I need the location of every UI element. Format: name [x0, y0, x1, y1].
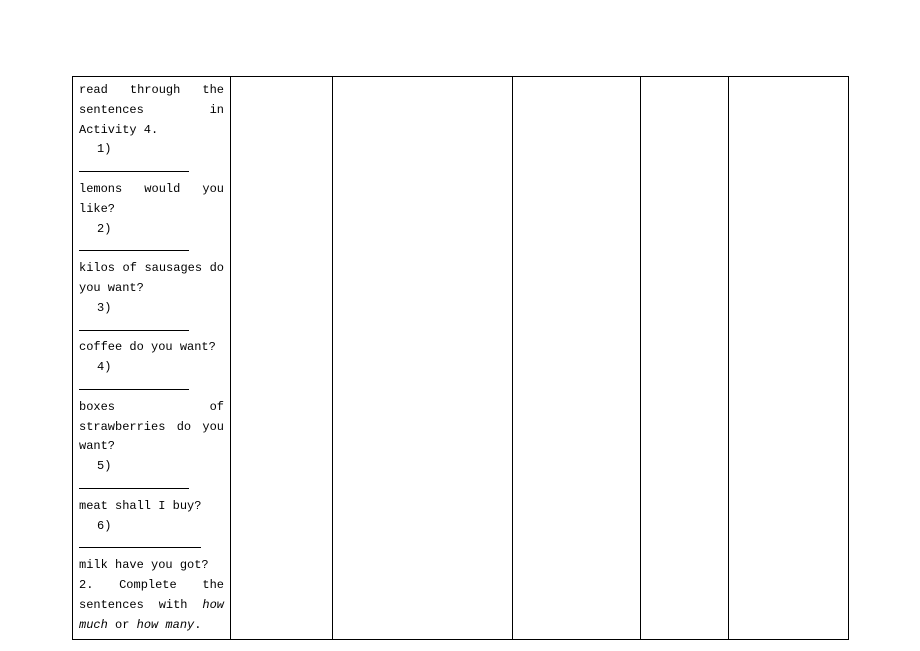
- intro-line: read through the sentences in Activity 4…: [79, 83, 224, 137]
- worksheet-table: read through the sentences in Activity 4…: [72, 76, 849, 640]
- item-num: 1): [79, 140, 224, 160]
- item-text: coffee do you want?: [79, 340, 216, 354]
- blank-line: [79, 378, 189, 390]
- blank-line: [79, 537, 201, 549]
- item-num: 5): [79, 457, 224, 477]
- cell-6: [729, 77, 849, 640]
- cell-1: read through the sentences in Activity 4…: [73, 77, 231, 640]
- cell-2: [231, 77, 333, 640]
- cell-4: [513, 77, 641, 640]
- item-text: lemons would you like?: [79, 182, 224, 216]
- item-text: boxes of strawberries do you want?: [79, 400, 224, 454]
- cell-3: [333, 77, 513, 640]
- cell-1-content: read through the sentences in Activity 4…: [79, 81, 224, 635]
- footer-italic-2: how many: [137, 618, 195, 632]
- footer-end: .: [194, 618, 201, 632]
- blank-line: [79, 477, 189, 489]
- page-container: read through the sentences in Activity 4…: [0, 0, 920, 651]
- cell-5: [641, 77, 729, 640]
- item-num: 2): [79, 220, 224, 240]
- blank-line: [79, 319, 189, 331]
- item-text: meat shall I buy?: [79, 499, 201, 513]
- item-text: milk have you got?: [79, 558, 209, 572]
- item-text: kilos of sausages do you want?: [79, 261, 224, 295]
- item-num: 4): [79, 358, 224, 378]
- item-num: 6): [79, 517, 224, 537]
- blank-line: [79, 160, 189, 172]
- blank-line: [79, 240, 189, 252]
- table-row: read through the sentences in Activity 4…: [73, 77, 849, 640]
- footer-mid: or: [108, 618, 137, 632]
- item-num: 3): [79, 299, 224, 319]
